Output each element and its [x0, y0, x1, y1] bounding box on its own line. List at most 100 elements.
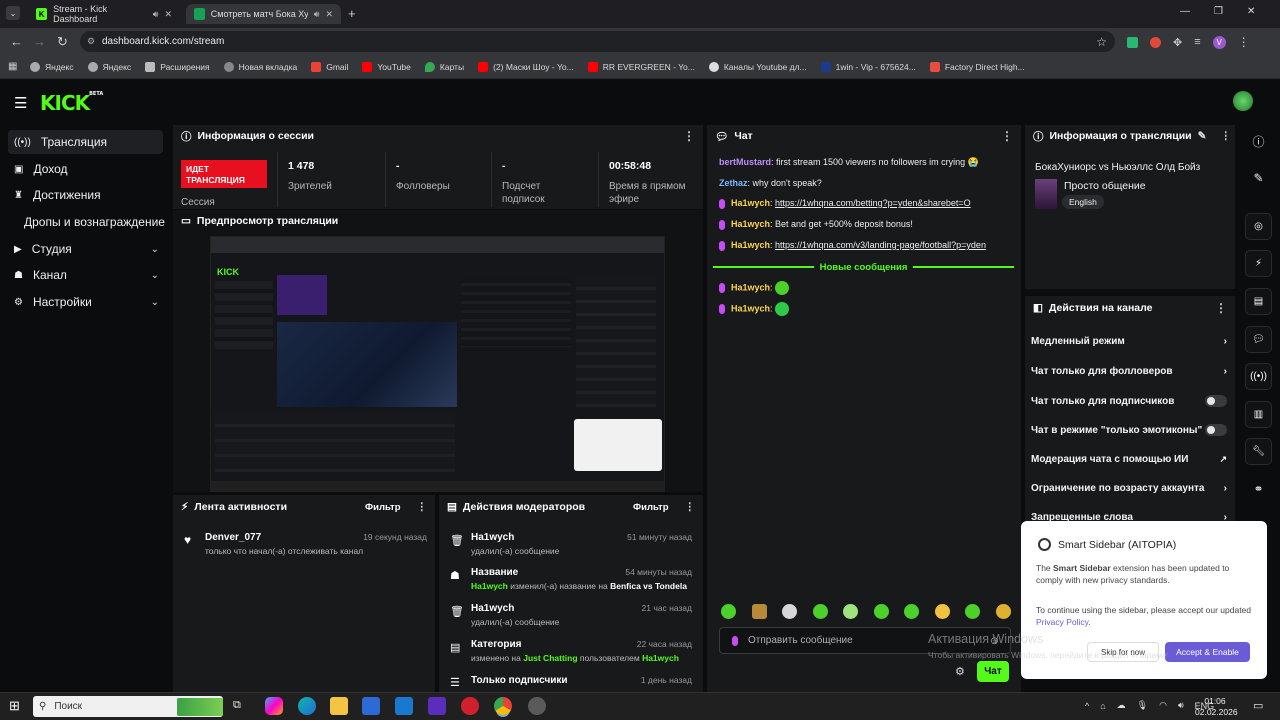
- browser-menu-icon[interactable]: ⋮: [1238, 35, 1250, 49]
- chrome-icon[interactable]: [494, 697, 512, 715]
- bookmark-item[interactable]: Gmail: [311, 61, 348, 72]
- emote-icon[interactable]: [782, 604, 798, 619]
- apps-grid-icon[interactable]: ▦: [8, 61, 17, 72]
- stream-preview-video[interactable]: KICK: [210, 236, 665, 492]
- mod-user[interactable]: Ha1wych: [471, 581, 508, 591]
- edge-icon[interactable]: [298, 697, 316, 715]
- emote-icon[interactable]: [873, 604, 889, 619]
- chat-username[interactable]: bertMustard: [719, 157, 771, 167]
- bookmark-item[interactable]: Яндекс: [87, 61, 131, 72]
- rail-button-chat-icon[interactable]: 💬︎: [1245, 326, 1272, 353]
- mod-user[interactable]: Ha1wych: [642, 653, 679, 663]
- close-tab-icon[interactable]: ✕: [325, 9, 333, 20]
- mail-icon[interactable]: [395, 697, 413, 715]
- bookmark-item[interactable]: 1win - Vip - 675624...: [820, 61, 916, 72]
- mic-tray-icon[interactable]: 🎙︎: [1137, 700, 1148, 711]
- onedrive-icon[interactable]: ☁: [1117, 700, 1126, 711]
- sidebar-item-drops[interactable]: Дропы и вознаграждение: [8, 210, 168, 234]
- chat-input[interactable]: Отправить сообщение ☺: [719, 627, 1011, 654]
- privacy-policy-link[interactable]: Privacy Policy: [1036, 617, 1088, 627]
- sidebar-item-income[interactable]: ▣ Доход: [8, 157, 163, 181]
- back-icon[interactable]: ←: [10, 34, 23, 49]
- ai-moderation-row[interactable]: Модерация чата с помощью ИИ ↗: [1031, 454, 1227, 465]
- emote-icon[interactable]: [843, 604, 859, 619]
- more-options-icon[interactable]: ⋮: [685, 501, 696, 513]
- more-options-icon[interactable]: ⋮: [417, 501, 428, 513]
- kick-logo[interactable]: KICKBETA: [40, 91, 103, 115]
- opera-icon[interactable]: [461, 697, 479, 715]
- wifi-icon[interactable]: ◠: [1159, 700, 1167, 711]
- new-tab-button[interactable]: +: [348, 6, 356, 21]
- close-tab-icon[interactable]: ✕: [164, 9, 172, 20]
- bookmark-item[interactable]: Расширения: [145, 61, 210, 72]
- chat-username[interactable]: Zethaz: [719, 178, 748, 188]
- tray-chevron-icon[interactable]: ^: [1085, 701, 1089, 711]
- extensions-puzzle-icon[interactable]: ✥: [1173, 36, 1182, 49]
- bookmark-item[interactable]: Яндекс: [30, 61, 74, 72]
- info-rail-icon[interactable]: ⓘ: [1245, 128, 1272, 155]
- mod-category[interactable]: Just Chatting: [523, 653, 577, 663]
- chat-username[interactable]: Ha1wych: [731, 198, 770, 208]
- filter-button[interactable]: Фильтр: [365, 502, 400, 513]
- chat-username[interactable]: Ha1wych: [731, 240, 770, 250]
- reload-icon[interactable]: ↻: [57, 34, 68, 50]
- tab-kick-dashboard[interactable]: K Stream - Kick Dashboard 🔊︎ ✕: [28, 4, 180, 24]
- emote-icon[interactable]: [904, 604, 920, 619]
- sidebar-item-channel[interactable]: ☗ Канал ⌄: [8, 263, 163, 287]
- media-control-icon[interactable]: ≡: [1194, 36, 1200, 48]
- emote-icon[interactable]: [965, 604, 981, 619]
- bookmark-star-icon[interactable]: ☆: [1096, 35, 1107, 49]
- file-explorer-icon[interactable]: [330, 697, 348, 715]
- more-options-icon[interactable]: ⋮: [1220, 130, 1231, 142]
- pdf-app-icon[interactable]: [428, 697, 446, 715]
- stream-category[interactable]: Просто общение: [1064, 180, 1146, 192]
- new-messages-divider[interactable]: Новые сообщения: [713, 261, 1014, 273]
- rail-button-lightning-icon[interactable]: ⚡︎: [1245, 250, 1272, 277]
- minimize-icon[interactable]: —: [1180, 6, 1190, 17]
- bookmark-item[interactable]: Каналы Youtube дл...: [708, 61, 807, 72]
- volume-icon[interactable]: 🔊︎: [1178, 700, 1184, 711]
- chat-link[interactable]: https://1whqna.com/betting?p=yden&shareb…: [775, 198, 971, 208]
- sidebar-item-studio[interactable]: ▶ Студия ⌄: [8, 237, 163, 261]
- copilot-icon[interactable]: [265, 697, 283, 715]
- forward-icon[interactable]: →: [33, 34, 46, 49]
- bookmark-item[interactable]: Новая вкладка: [223, 61, 297, 72]
- sidebar-item-achievements[interactable]: ♜ Достижения: [8, 183, 163, 207]
- emote-icon[interactable]: [995, 604, 1011, 619]
- sidebar-item-settings[interactable]: ⚙ Настройки ⌄: [8, 290, 163, 314]
- emote-icon[interactable]: [751, 604, 767, 619]
- skip-button[interactable]: Skip for now: [1087, 642, 1159, 662]
- account-age-row[interactable]: Ограничение по возрасту аккаунта ›: [1031, 483, 1227, 494]
- rail-button-wrench-icon[interactable]: 🔧︎: [1245, 438, 1272, 465]
- share-rail-icon[interactable]: ⚭: [1245, 475, 1272, 502]
- rail-button-broadcast-icon[interactable]: ((•)): [1245, 363, 1272, 390]
- slow-mode-row[interactable]: Медленный режим ›: [1031, 336, 1227, 347]
- restore-icon[interactable]: ❐: [1214, 6, 1223, 17]
- edit-pencil-icon[interactable]: ✎: [1198, 130, 1207, 142]
- edit-rail-icon[interactable]: ✎: [1245, 164, 1272, 191]
- emote-icon[interactable]: [934, 604, 950, 619]
- tab-list-button[interactable]: ⌄: [6, 6, 20, 20]
- clock[interactable]: 01:06 02.02.2026: [1195, 696, 1238, 718]
- send-chat-button[interactable]: Чат: [977, 661, 1009, 682]
- store-icon[interactable]: [362, 697, 380, 715]
- chat-link[interactable]: https://1whqna.com/v3/landing-page/footb…: [775, 240, 986, 250]
- subscribers-only-toggle[interactable]: [1205, 395, 1227, 407]
- emote-icon[interactable]: [812, 604, 828, 619]
- user-avatar[interactable]: [1233, 91, 1253, 111]
- bookmark-item[interactable]: Factory Direct High...: [929, 61, 1025, 72]
- bookmark-item[interactable]: (2) Маски Шоу - Yo...: [478, 61, 574, 72]
- extension-red-icon[interactable]: [1150, 36, 1161, 48]
- accept-enable-button[interactable]: Accept & Enable: [1165, 642, 1250, 662]
- bookmark-item[interactable]: YouTube: [362, 61, 411, 72]
- bookmark-item[interactable]: RR EVERGREEN - Yo...: [587, 61, 695, 72]
- sidebar-item-stream[interactable]: ((•)) Трансляция: [8, 130, 163, 154]
- more-options-icon[interactable]: ⋮: [1001, 129, 1013, 143]
- address-bar[interactable]: ⚙ dashboard.kick.com/stream ☆: [80, 31, 1115, 52]
- rail-button-list-icon[interactable]: ▤: [1245, 288, 1272, 315]
- github-desktop-icon[interactable]: [528, 697, 546, 715]
- filter-button[interactable]: Фильтр: [633, 502, 668, 513]
- profile-avatar[interactable]: V: [1212, 35, 1226, 49]
- rail-button-clip-icon[interactable]: ◎: [1245, 213, 1272, 240]
- rail-button-stack-icon[interactable]: ▥: [1245, 401, 1272, 428]
